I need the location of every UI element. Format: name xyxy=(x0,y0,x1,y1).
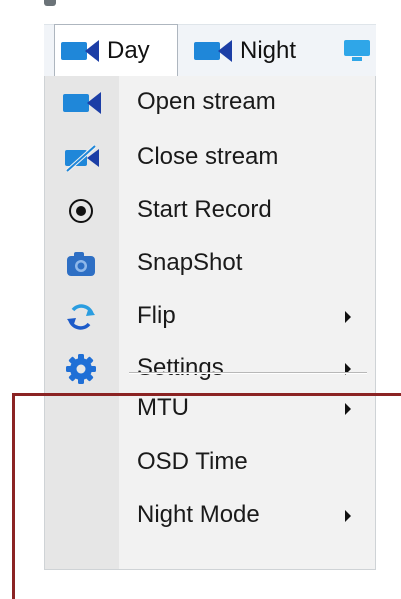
menu-item-night-mode[interactable]: Night Mode xyxy=(45,489,377,541)
menu-item-label: OSD Time xyxy=(137,448,248,475)
tab-monitor[interactable] xyxy=(340,25,370,77)
tab-night-label: Night xyxy=(240,37,297,64)
annotation-line-vertical xyxy=(12,393,15,599)
context-menu: Open stream Close stream Start Record Sn… xyxy=(44,76,376,570)
record-icon xyxy=(63,196,99,226)
menu-item-mtu[interactable]: MTU xyxy=(45,382,377,434)
video-camera-off-icon xyxy=(63,143,99,173)
submenu-arrow-icon xyxy=(345,510,351,522)
tab-bar: Day Night xyxy=(44,24,376,77)
window-edge-nub xyxy=(44,0,56,6)
menu-item-label: Night Mode xyxy=(137,501,260,528)
tab-night[interactable]: Night xyxy=(190,25,296,77)
submenu-arrow-icon xyxy=(345,311,351,323)
menu-item-label: Close stream xyxy=(137,143,279,170)
menu-item-label: Start Record xyxy=(137,196,272,223)
video-camera-icon xyxy=(61,40,101,62)
gear-icon xyxy=(63,354,99,384)
menu-item-label: Flip xyxy=(137,302,176,329)
video-camera-icon xyxy=(194,40,234,62)
video-camera-icon xyxy=(63,88,101,118)
menu-item-label: MTU xyxy=(137,394,189,421)
menu-item-label: Open stream xyxy=(137,88,276,115)
tab-day[interactable]: Day xyxy=(54,24,178,77)
menu-item-close-stream[interactable]: Close stream xyxy=(45,131,377,183)
menu-item-osd-time[interactable]: OSD Time xyxy=(45,436,377,488)
flip-arrows-icon xyxy=(63,302,99,332)
annotation-line-horizontal xyxy=(12,393,401,396)
tab-day-label: Day xyxy=(107,37,150,64)
menu-item-start-record[interactable]: Start Record xyxy=(45,184,377,236)
menu-item-open-stream[interactable]: Open stream xyxy=(45,76,377,128)
menu-separator xyxy=(129,372,367,374)
menu-item-snapshot[interactable]: SnapShot xyxy=(45,237,377,289)
menu-item-label: SnapShot xyxy=(137,249,243,276)
submenu-arrow-icon xyxy=(345,403,351,415)
camera-icon xyxy=(63,249,99,279)
menu-item-flip[interactable]: Flip xyxy=(45,290,377,342)
monitor-icon xyxy=(340,38,370,64)
